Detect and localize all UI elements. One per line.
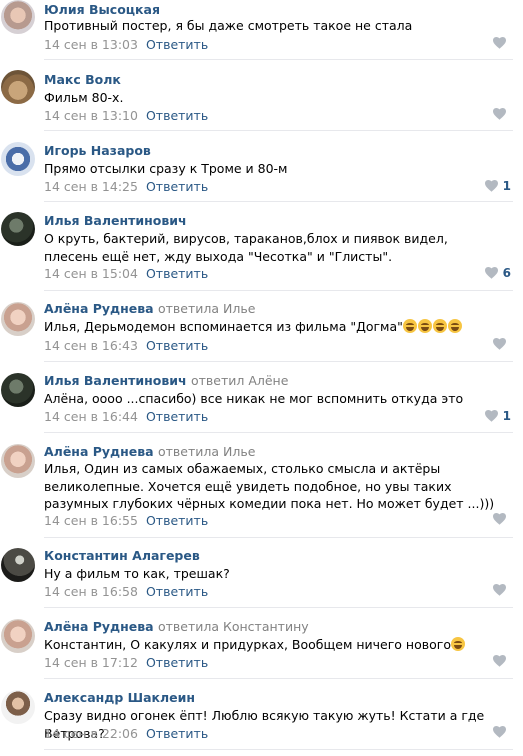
comment-author[interactable]: Алёна Руднева ответила Константину (44, 619, 309, 634)
reply-button[interactable]: Ответить (146, 338, 208, 353)
comment-date[interactable]: 14 сен в 16:58 (44, 584, 138, 599)
comment-text: Фильм 80-х. (44, 90, 124, 105)
avatar[interactable] (1, 212, 35, 246)
avatar[interactable] (1, 70, 35, 104)
heart-icon (493, 338, 506, 350)
avatar[interactable] (1, 373, 35, 407)
separator (44, 201, 513, 202)
comment-meta: 14 сен в 22:06 Ответить (44, 726, 208, 741)
comment-text: Прямо отсылки сразу к Троме и 80-м (44, 161, 288, 176)
comment-date[interactable]: 14 сен в 15:04 (44, 266, 138, 281)
comment-meta: 14 сен в 13:10 Ответить (44, 108, 208, 123)
comment-text: Константин, О какулях и придурках, Вообщ… (44, 636, 504, 654)
comment-meta: 14 сен в 16:44 Ответить (44, 409, 208, 424)
comment-meta: 14 сен в 17:12 Ответить (44, 655, 208, 670)
like-button[interactable] (493, 338, 511, 350)
like-button[interactable]: 6 (484, 266, 511, 280)
reply-button[interactable]: Ответить (146, 266, 208, 281)
avatar[interactable] (1, 0, 35, 34)
comment-date[interactable]: 14 сен в 17:12 (44, 655, 138, 670)
reply-button[interactable]: Ответить (146, 37, 208, 52)
separator (44, 59, 513, 60)
avatar[interactable] (1, 142, 35, 176)
comment-text: О круть, бактерий, вирусов, тараканов,бл… (44, 231, 448, 264)
like-button[interactable] (493, 108, 511, 120)
comment-meta: 14 сен в 16:43 Ответить (44, 338, 208, 353)
heart-icon (493, 655, 506, 667)
heart-icon (484, 410, 498, 422)
separator (44, 607, 513, 608)
comment-author[interactable]: Макс Волк (44, 72, 121, 87)
comment-meta: 14 сен в 15:04 Ответить (44, 266, 208, 281)
like-button[interactable] (493, 37, 511, 49)
like-button[interactable]: 1 (484, 179, 511, 193)
comment-date[interactable]: 14 сен в 13:10 (44, 108, 138, 123)
comment-text: Илья, Дерьмодемон вспоминается из фильма… (44, 318, 504, 336)
comment-author[interactable]: Алёна Руднева ответила Илье (44, 301, 255, 316)
comment-date[interactable]: 14 сен в 16:55 (44, 513, 138, 528)
like-button[interactable] (493, 513, 511, 525)
comment-meta: 14 сен в 16:58 Ответить (44, 584, 208, 599)
reply-button[interactable]: Ответить (146, 584, 208, 599)
laughing-emoji-icon (432, 319, 447, 333)
heart-icon (493, 726, 506, 738)
separator (44, 290, 513, 291)
heart-icon (484, 180, 498, 192)
separator (44, 130, 513, 131)
comment-date[interactable]: 14 сен в 16:44 (44, 409, 138, 424)
reply-button[interactable]: Ответить (146, 409, 208, 424)
separator (44, 432, 513, 433)
heart-icon (493, 513, 506, 525)
comment-author[interactable]: Александр Шаклеин (44, 690, 195, 705)
comment-author[interactable]: Константин Алагерев (44, 548, 200, 563)
like-button[interactable]: 1 (484, 409, 511, 423)
comment-date[interactable]: 14 сен в 13:03 (44, 37, 138, 52)
heart-icon (493, 584, 506, 596)
separator (44, 537, 513, 538)
avatar[interactable] (1, 444, 35, 478)
comment-meta: 14 сен в 16:55 Ответить (44, 513, 208, 528)
reply-button[interactable]: Ответить (146, 726, 208, 741)
comment-author[interactable]: Игорь Назаров (44, 143, 151, 158)
laughing-emoji-icon (447, 319, 462, 333)
separator (44, 749, 513, 750)
reply-button[interactable]: Ответить (146, 179, 208, 194)
reply-button[interactable]: Ответить (146, 108, 208, 123)
comment-author[interactable]: Алёна Руднева ответила Илье (44, 444, 255, 459)
separator (44, 361, 513, 362)
avatar[interactable] (1, 690, 35, 724)
laughing-emoji-icon (450, 637, 465, 651)
avatar[interactable] (1, 302, 35, 336)
avatar[interactable] (1, 548, 35, 582)
comment-author[interactable]: Илья Валентинович (44, 213, 187, 228)
comment-date[interactable]: 14 сен в 22:06 (44, 726, 138, 741)
like-button[interactable] (493, 726, 511, 738)
comment-author[interactable]: Юлия Высоцкая (44, 2, 160, 17)
comment-text: Алёна, оооо ...спасибо) все никак не мог… (44, 391, 464, 406)
comment-text: Ну а фильм то как, трешак? (44, 566, 230, 581)
avatar[interactable] (1, 619, 35, 653)
comment-meta: 14 сен в 14:25 Ответить (44, 179, 208, 194)
laughing-emoji-icon (417, 319, 432, 333)
reply-button[interactable]: Ответить (146, 655, 208, 670)
laughing-emoji-icon (402, 319, 417, 333)
comment-text: Противный постер, я бы даже смотреть так… (44, 18, 413, 33)
reply-button[interactable]: Ответить (146, 513, 208, 528)
comment-date[interactable]: 14 сен в 14:25 (44, 179, 138, 194)
separator (44, 678, 513, 679)
like-button[interactable] (493, 584, 511, 596)
comment-date[interactable]: 14 сен в 16:43 (44, 338, 138, 353)
comment-meta: 14 сен в 13:03 Ответить (44, 37, 208, 52)
heart-icon (493, 108, 506, 120)
comment-text: Илья, Один из самых обажаемых, столько с… (44, 461, 495, 511)
like-button[interactable] (493, 655, 511, 667)
heart-icon (484, 267, 498, 279)
heart-icon (493, 37, 506, 49)
comment-author[interactable]: Илья Валентинович ответил Алёне (44, 373, 288, 388)
